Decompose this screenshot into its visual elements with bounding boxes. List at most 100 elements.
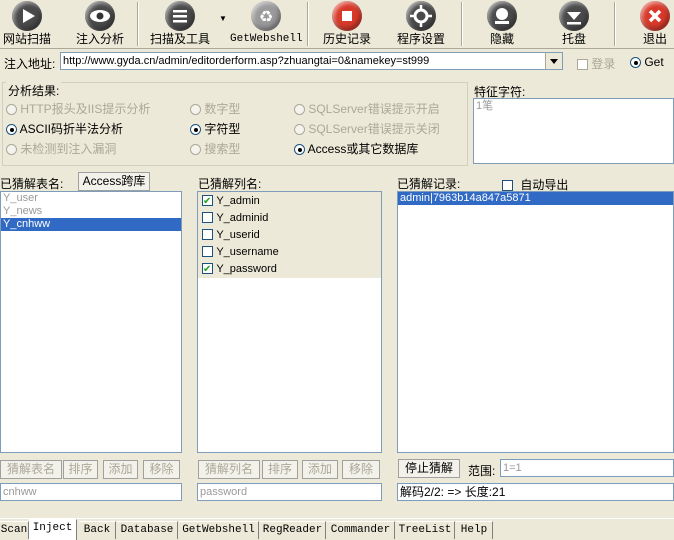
exit-icon [640,1,670,31]
radio-button[interactable] [294,124,305,136]
getwebshell-label: GetWebshell [230,33,303,45]
toolbar-separator [461,2,462,46]
radio-button[interactable] [294,104,305,116]
radio-button[interactable] [294,144,305,156]
option-label: 未检测到注入漏洞 [20,142,117,156]
tab-regreader[interactable]: RegReader [260,521,326,539]
auto-export-label: 自动导出 [520,178,569,192]
radio-button[interactable] [190,144,201,156]
analysis-option[interactable]: 数字型 [190,100,240,117]
get-label: Get [644,55,664,69]
tables-list[interactable]: Y_user Y_news Y_cnhww [0,191,182,453]
exit-button[interactable]: 退出 [636,0,674,48]
analysis-option[interactable]: 字符型 [190,120,240,137]
column-checkbox[interactable] [202,229,213,241]
add-table-button[interactable]: 添加 [103,460,138,479]
column-item[interactable]: Y_password [198,260,381,278]
column-checkbox[interactable] [202,261,213,278]
dropdown-arrow-icon[interactable]: ▼ [219,14,227,23]
column-checkbox[interactable] [202,212,213,224]
remove-column-button[interactable]: 移除 [342,460,380,479]
toolbar: 网站扫描 注入分析 扫描及工具 ▼ ♻ GetWebshell 历史记录 程序设… [0,0,674,49]
site-scan-label: 网站扫描 [2,32,51,46]
hide-button[interactable]: 隐藏 [480,0,524,48]
tab-back[interactable]: Back [79,521,116,539]
tab-database[interactable]: Database [117,521,178,539]
tab-scan[interactable]: Scan [0,521,29,539]
remove-table-button[interactable]: 移除 [143,460,180,479]
site-scan-button[interactable]: 网站扫描 [0,0,54,48]
radio-button[interactable] [6,104,17,116]
list-item[interactable]: Y_cnhww [1,218,181,231]
tab-help[interactable]: Help [456,521,493,539]
analysis-option[interactable]: 搜索型 [190,140,240,157]
columns-checklist: Y_admin Y_adminid Y_userid Y_username Y_… [198,192,381,278]
access-cross-db-button[interactable]: Access跨库 [78,172,150,191]
analysis-option[interactable]: SQLServer错误提示开启 [294,100,440,117]
tab-commander[interactable]: Commander [327,521,395,539]
tab-treelist[interactable]: TreeList [396,521,455,539]
getwebshell-button[interactable]: ♻ GetWebshell [230,0,303,48]
auto-export-checkbox[interactable] [502,180,513,192]
analysis-option[interactable]: SQLServer错误提示关闭 [294,120,440,137]
column-item[interactable]: Y_userid [198,226,381,243]
radio-button[interactable] [6,124,17,136]
option-label: ASCII码折半法分析 [19,122,124,136]
list-item[interactable]: Y_news [1,205,181,218]
history-button[interactable]: 历史记录 [318,0,376,48]
inject-analysis-label: 注入分析 [75,32,124,46]
list-icon [165,1,195,31]
get-radio[interactable] [630,57,641,69]
column-checkbox[interactable] [202,246,213,258]
settings-icon [406,1,436,31]
sort-tables-button[interactable]: 排序 [63,460,98,479]
add-column-button[interactable]: 添加 [302,460,338,479]
option-label: SQLServer错误提示开启 [308,102,440,116]
option-label: 搜索型 [204,142,241,156]
get-radio-row[interactable]: Get [630,55,664,69]
address-dropdown-button[interactable] [545,53,562,69]
radio-button[interactable] [190,124,201,136]
tab-inject[interactable]: Inject [29,519,77,540]
login-checkbox[interactable] [577,59,588,71]
feature-value: 1笔 [476,100,494,112]
column-item[interactable]: Y_adminid [198,209,381,226]
range-input[interactable]: 1=1 [500,459,674,477]
scan-tools-button[interactable]: 扫描及工具 [146,0,214,48]
tab-getwebshell[interactable]: GetWebshell [179,521,259,539]
address-input[interactable] [61,53,545,69]
inject-analysis-button[interactable]: 注入分析 [72,0,128,48]
guess-tables-button[interactable]: 猜解表名 [0,460,62,479]
analysis-option[interactable]: HTTP报头及IIS提示分析 [6,100,150,117]
radio-button[interactable] [190,104,201,116]
stop-guess-button[interactable]: 停止猜解 [398,459,460,478]
login-checkbox-row[interactable]: 登录 [577,55,615,72]
column-name-field[interactable]: password [197,483,382,501]
radio-button[interactable] [6,144,17,156]
settings-button[interactable]: 程序设置 [392,0,450,48]
sort-columns-button[interactable]: 排序 [262,460,298,479]
tray-button[interactable]: 托盘 [552,0,596,48]
column-label: Y_password [216,263,277,275]
records-title: 已猜解记录: [397,177,461,191]
list-item[interactable]: Y_user [1,192,181,205]
address-combobox[interactable] [60,52,563,70]
columns-list[interactable]: Y_admin Y_adminid Y_userid Y_username Y_… [197,191,382,453]
settings-label: 程序设置 [396,32,445,46]
option-label: 字符型 [204,122,241,136]
table-name-field[interactable]: cnhww [0,483,182,501]
bottom-tabs: Scan Inject Back Database GetWebshell Re… [0,518,674,540]
feature-textarea[interactable]: 1笔 [473,98,674,164]
toolbar-separator [137,2,138,46]
range-label: 范围: [468,464,496,478]
list-item[interactable]: admin|7963b14a847a5871 [398,192,673,205]
analysis-option[interactable]: 未检测到注入漏洞 [6,140,116,157]
guess-columns-button[interactable]: 猜解列名 [198,460,260,479]
analysis-option[interactable]: Access或其它数据库 [294,140,418,157]
column-item[interactable]: Y_admin [198,192,381,210]
column-checkbox[interactable] [202,193,213,210]
column-item[interactable]: Y_username [198,243,381,260]
analysis-option[interactable]: ASCII码折半法分析 [6,120,123,137]
records-list[interactable]: admin|7963b14a847a5871 [397,191,674,453]
option-label: HTTP报头及IIS提示分析 [20,102,151,116]
